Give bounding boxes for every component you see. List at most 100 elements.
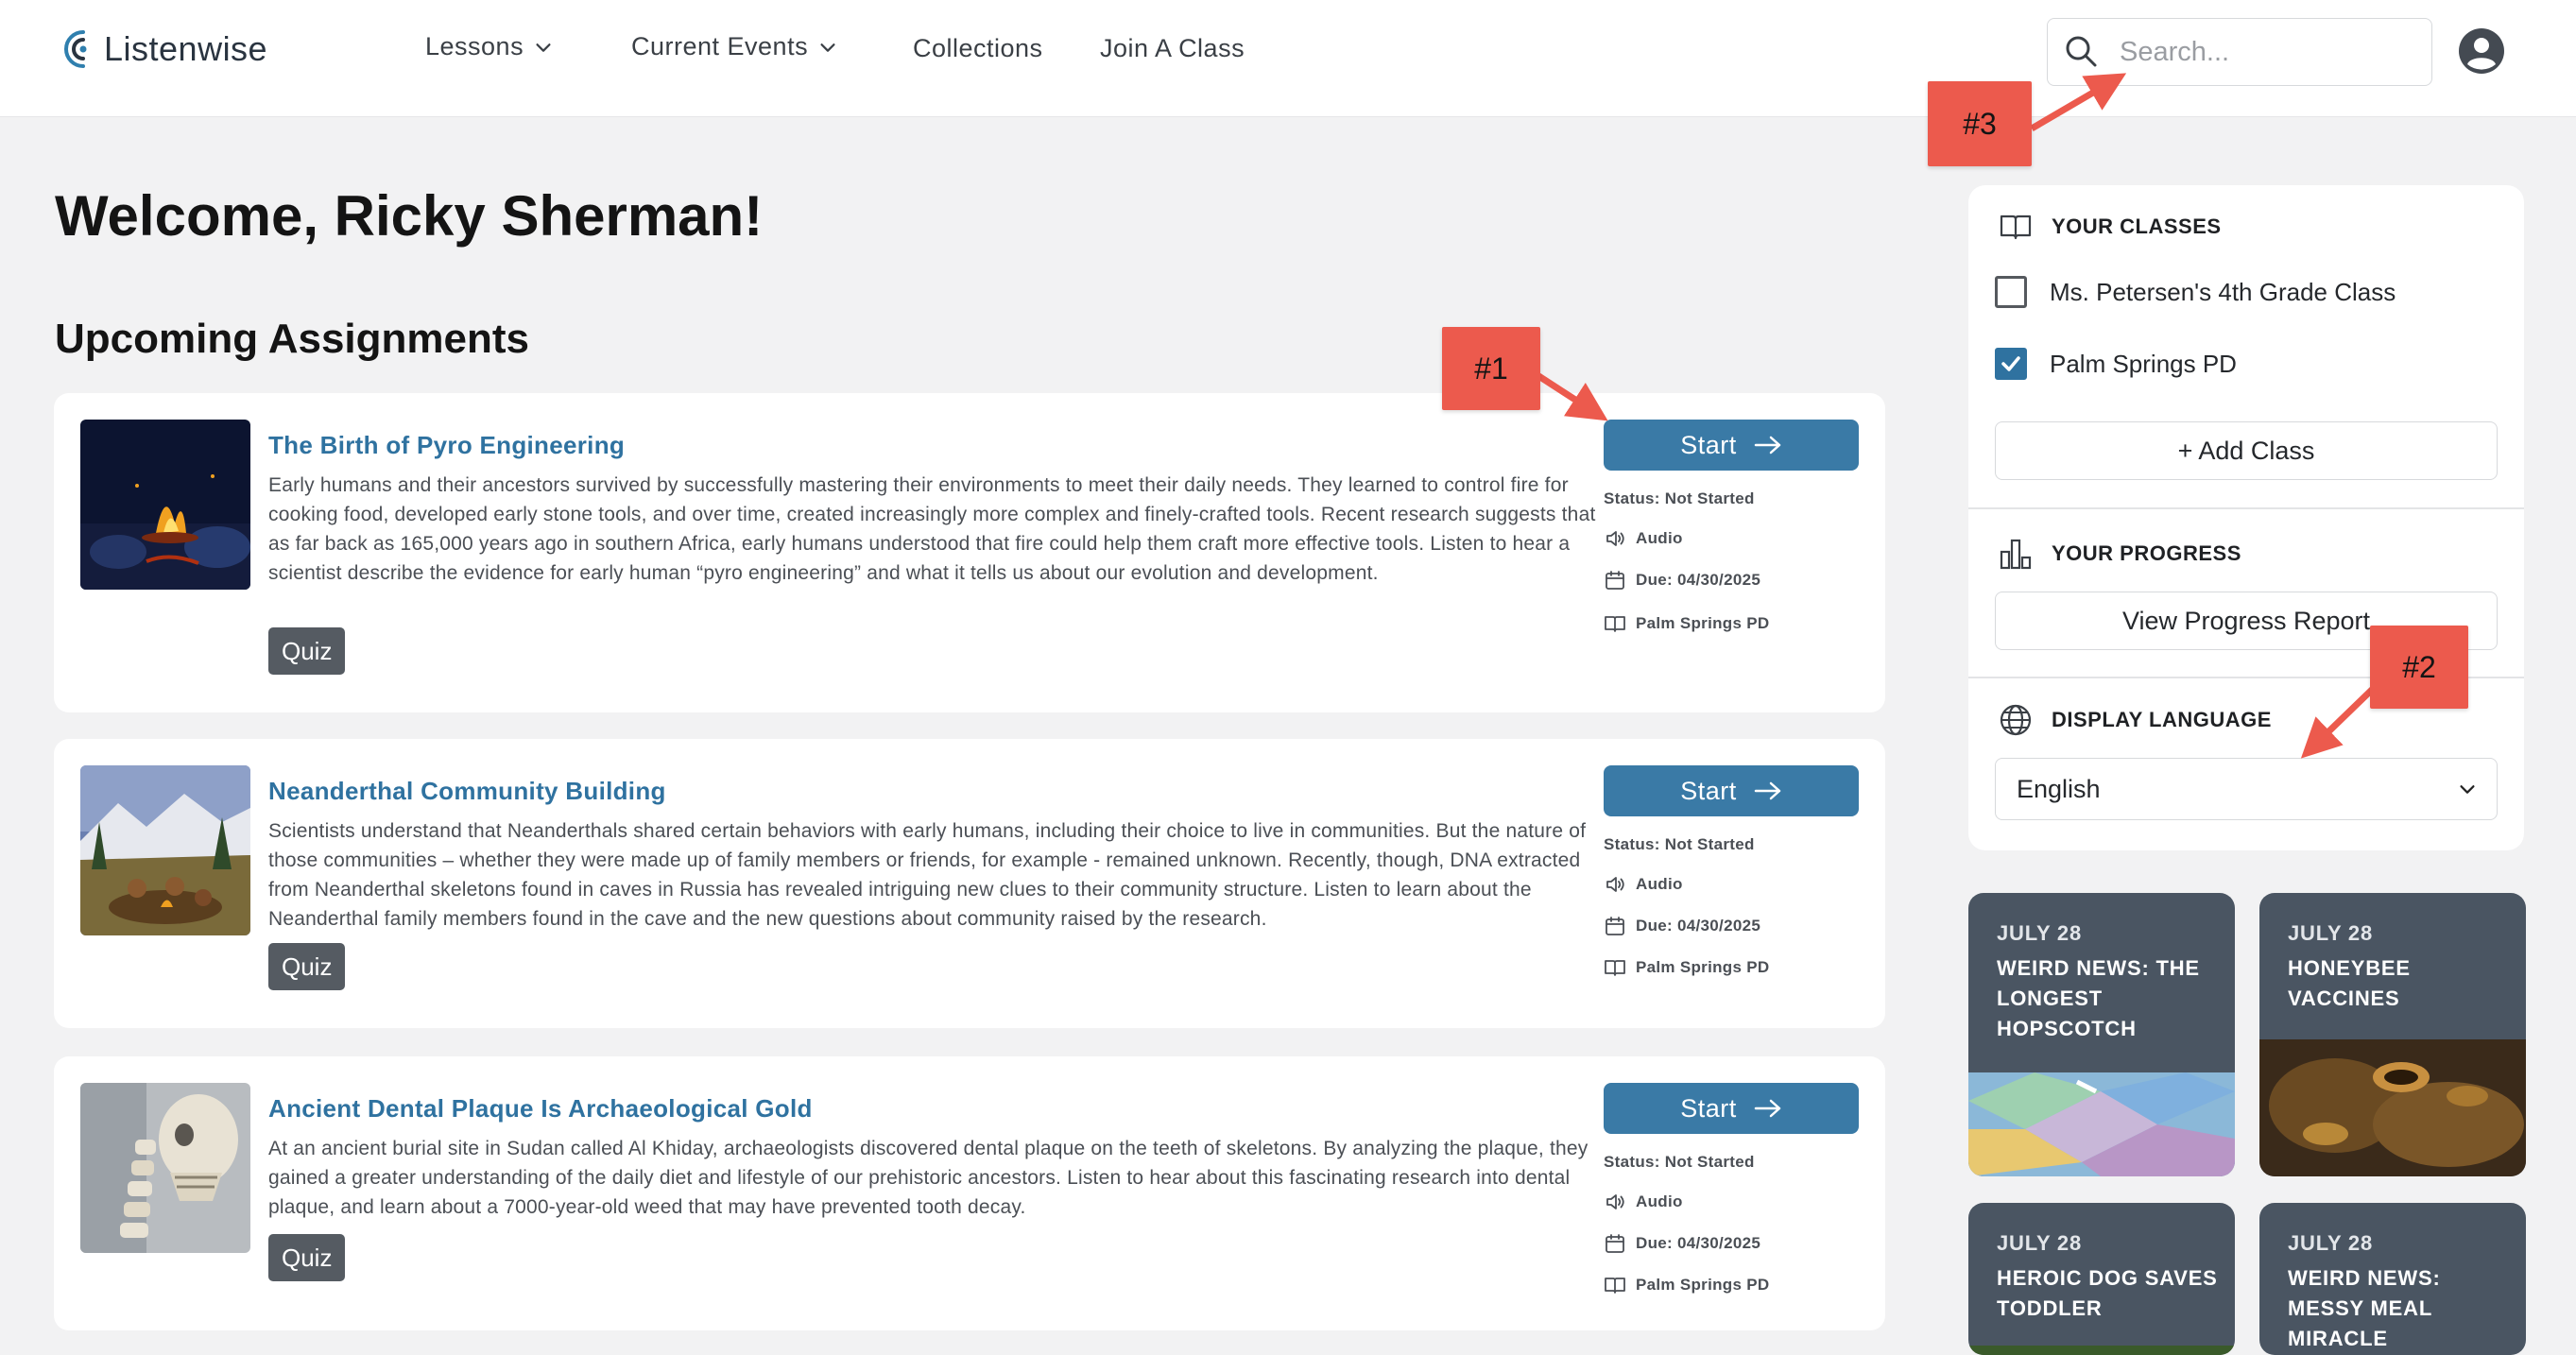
status-text: Status: Not Started [1604, 1153, 1755, 1171]
speaker-icon [1606, 531, 1624, 546]
book-icon [1605, 616, 1625, 632]
assignment-card: The Birth of Pyro Engineering Early huma… [54, 393, 1885, 712]
news-title: WEIRD NEWS: THE LONGEST HOPSCOTCH [1997, 956, 2200, 1040]
media-type: Audio [1604, 527, 1683, 550]
class-name: Ms. Petersen's 4th Grade Class [2050, 277, 2396, 306]
quiz-button[interactable]: Quiz [268, 627, 346, 675]
start-label: Start [1680, 430, 1737, 459]
due-date: Due: 04/30/2025 [1604, 915, 1760, 937]
assignment-description: Scientists understand that Neanderthals … [268, 820, 1587, 930]
language-select[interactable]: English [1995, 758, 2498, 820]
chevron-down-icon [536, 43, 551, 52]
nav-collections-label: Collections [913, 34, 1043, 62]
nav-join-a-class[interactable]: Join A Class [1100, 34, 1245, 63]
news-card[interactable]: JULY 28 HONEYBEE VACCINES [2259, 893, 2526, 1176]
assignment-thumbnail[interactable] [80, 765, 250, 935]
start-button[interactable]: Start [1604, 420, 1859, 471]
checkbox-checked[interactable] [1995, 348, 2027, 380]
due-date: Due: 04/30/2025 [1604, 1232, 1760, 1255]
globe-icon [2000, 704, 2032, 736]
news-image [1968, 1072, 2235, 1176]
annotation-label-2: #2 [2370, 626, 2468, 709]
news-date: JULY 28 [2288, 921, 2374, 945]
assignment-title-link[interactable]: The Birth of Pyro Engineering [268, 431, 625, 460]
class-name: Palm Springs PD [2050, 349, 2237, 378]
quiz-label: Quiz [282, 1243, 333, 1272]
display-language-heading: DISPLAY LANGUAGE [1999, 703, 2272, 737]
bar-chart-icon [2000, 539, 2032, 570]
news-image [1968, 1346, 2235, 1355]
language-value: English [2017, 774, 2101, 803]
due-date: Due: 04/30/2025 [1604, 569, 1760, 592]
chevron-down-icon [820, 43, 835, 52]
book-icon [1605, 1278, 1625, 1294]
nav-lessons-label: Lessons [425, 32, 524, 60]
quiz-label: Quiz [282, 952, 333, 981]
arrow-right-icon [1754, 436, 1781, 455]
assignment-class: Palm Springs PD [1604, 612, 1769, 635]
speaker-icon [1606, 877, 1624, 892]
user-avatar-icon[interactable] [2457, 26, 2506, 76]
status-text: Status: Not Started [1604, 835, 1755, 853]
nav-join-a-class-label: Join A Class [1100, 34, 1245, 62]
news-card[interactable]: JULY 28 HEROIC DOG SAVES TODDLER [1968, 1203, 2235, 1355]
news-date: JULY 28 [2288, 1231, 2374, 1255]
start-button[interactable]: Start [1604, 1083, 1859, 1134]
quiz-button[interactable]: Quiz [268, 943, 346, 990]
nav-current-events-label: Current Events [631, 32, 809, 60]
news-title: WEIRD NEWS: MESSY MEAL MIRACLE [2288, 1266, 2441, 1350]
book-icon [2000, 214, 2032, 240]
class-option[interactable]: Ms. Petersen's 4th Grade Class [1995, 276, 2396, 308]
arrow-right-icon [1754, 781, 1781, 800]
news-card[interactable]: JULY 28 WEIRD NEWS: THE LONGEST HOPSCOTC… [1968, 893, 2235, 1176]
assignment-title-link[interactable]: Ancient Dental Plaque Is Archaeological … [268, 1094, 813, 1123]
your-progress-heading: YOUR PROGRESS [1999, 537, 2241, 571]
start-button[interactable]: Start [1604, 765, 1859, 816]
annotation-label-3: #3 [1928, 81, 2032, 166]
class-option[interactable]: Palm Springs PD [1995, 348, 2237, 380]
top-nav-bar: Listenwise Lessons Current Events Collec… [0, 0, 2576, 117]
quiz-label: Quiz [282, 636, 333, 665]
assignment-title-link[interactable]: Neanderthal Community Building [268, 777, 666, 806]
chevron-down-icon [2460, 785, 2475, 794]
checkbox[interactable] [1995, 276, 2027, 308]
sidebar-panel: YOUR CLASSES Ms. Petersen's 4th Grade Cl… [1968, 185, 2524, 850]
divider [1968, 507, 2524, 509]
calendar-icon [1606, 917, 1624, 935]
calendar-icon [1606, 571, 1624, 590]
news-image [2259, 1039, 2526, 1176]
assignment-card: Neanderthal Community Building Scientist… [54, 739, 1885, 1028]
assignment-card: Ancient Dental Plaque Is Archaeological … [54, 1056, 1885, 1330]
news-card[interactable]: JULY 28 WEIRD NEWS: MESSY MEAL MIRACLE [2259, 1203, 2526, 1355]
upcoming-assignments-heading: Upcoming Assignments [55, 316, 529, 362]
search-icon [2066, 36, 2097, 67]
news-date: JULY 28 [1997, 921, 2083, 945]
assignment-class: Palm Springs PD [1604, 956, 1769, 979]
search-box[interactable] [2047, 18, 2432, 86]
news-title: HONEYBEE VACCINES [2288, 956, 2411, 1010]
book-icon [1605, 960, 1625, 976]
news-title: HEROIC DOG SAVES TODDLER [1997, 1266, 2218, 1320]
assignment-thumbnail[interactable] [80, 420, 250, 590]
start-label: Start [1680, 776, 1737, 805]
listenwise-logo[interactable]: Listenwise [62, 26, 267, 72]
speaker-icon [1606, 1194, 1624, 1209]
news-date: JULY 28 [1997, 1231, 2083, 1255]
assignment-class: Palm Springs PD [1604, 1274, 1769, 1296]
logo-text: Listenwise [104, 29, 268, 68]
checkmark-icon [2001, 356, 2020, 371]
assignment-description: At an ancient burial site in Sudan calle… [268, 1138, 1589, 1218]
assignment-thumbnail[interactable] [80, 1083, 250, 1253]
nav-lessons[interactable]: Lessons [425, 32, 554, 61]
start-label: Start [1680, 1093, 1737, 1123]
quiz-button[interactable]: Quiz [268, 1234, 346, 1281]
arrow-right-icon [1754, 1099, 1781, 1118]
nav-collections[interactable]: Collections [913, 34, 1043, 63]
annotation-label-1: #1 [1442, 327, 1540, 410]
add-class-button[interactable]: + Add Class [1995, 421, 2498, 480]
nav-current-events[interactable]: Current Events [631, 32, 838, 61]
logo-icon [64, 30, 87, 68]
your-classes-heading: YOUR CLASSES [1999, 210, 2222, 244]
status-text: Status: Not Started [1604, 489, 1755, 507]
search-input[interactable] [2120, 36, 2422, 68]
